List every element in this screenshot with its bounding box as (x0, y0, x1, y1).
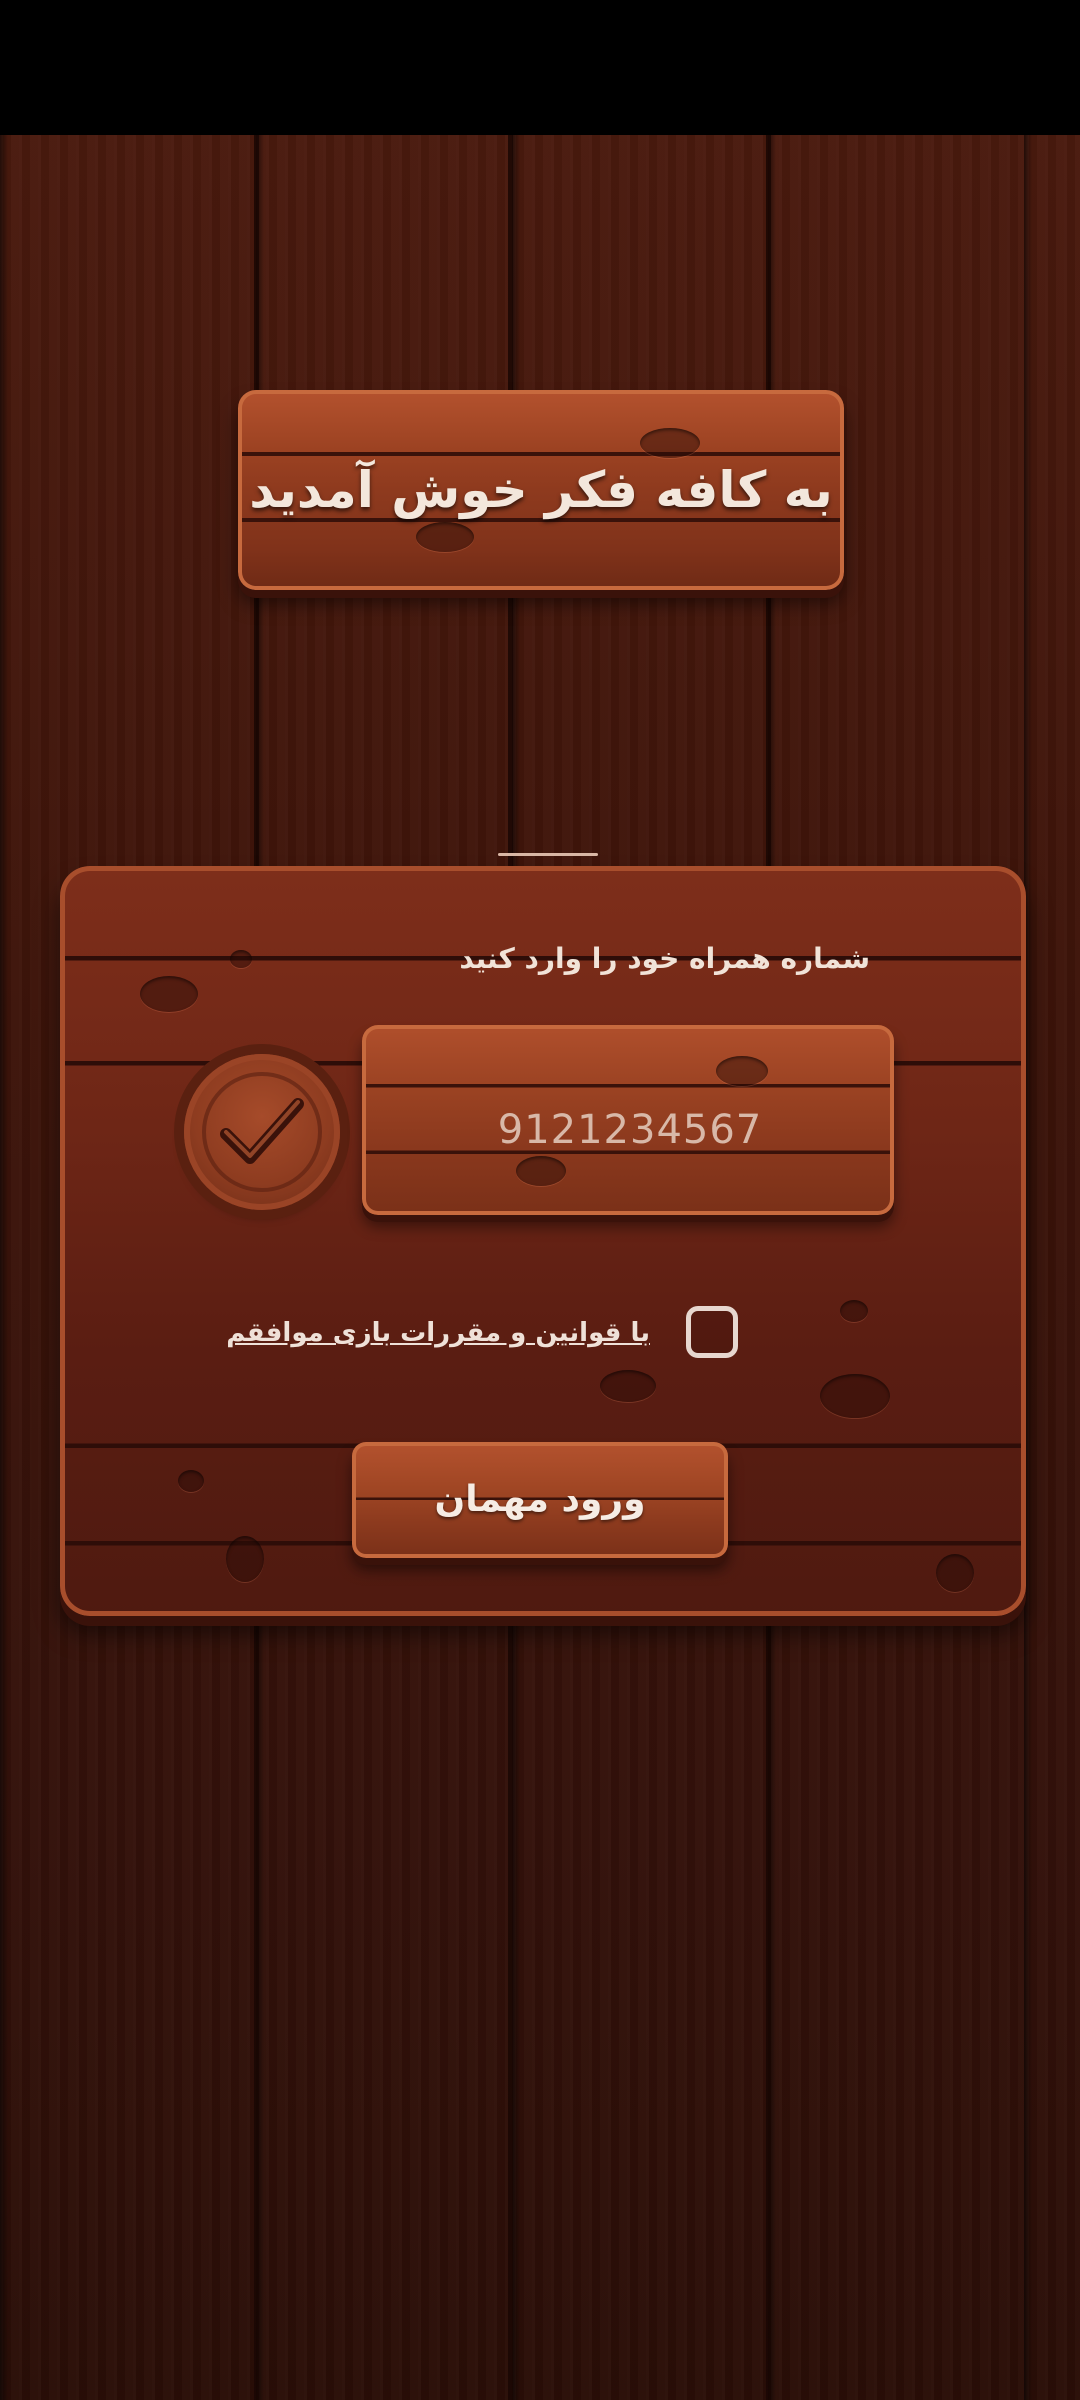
terms-checkbox[interactable] (686, 1306, 738, 1358)
terms-link[interactable]: با قوانین و مقررات بازی موافقم (226, 1310, 650, 1356)
phone-input[interactable] (380, 1080, 880, 1180)
divider (498, 853, 598, 856)
wood-knot (600, 1370, 656, 1402)
wood-knot (226, 1536, 264, 1582)
confirm-badge[interactable] (184, 1054, 340, 1210)
wood-knot (230, 950, 252, 968)
wood-knot (820, 1374, 890, 1418)
check-badge-icon (202, 1072, 322, 1192)
status-bar (0, 0, 1080, 135)
wood-knot (936, 1554, 974, 1592)
wood-knot (840, 1300, 868, 1322)
screen: به کافه فکر خوش آمدید شماره همراه خود را… (0, 0, 1080, 2400)
wood-knot (178, 1470, 204, 1492)
wood-knot (140, 976, 198, 1012)
phone-prompt: شماره همراه خود را وارد کنید (459, 942, 870, 975)
page-title: به کافه فکر خوش آمدید (249, 461, 833, 519)
guest-login-label: ورود مهمان (434, 1479, 646, 1520)
